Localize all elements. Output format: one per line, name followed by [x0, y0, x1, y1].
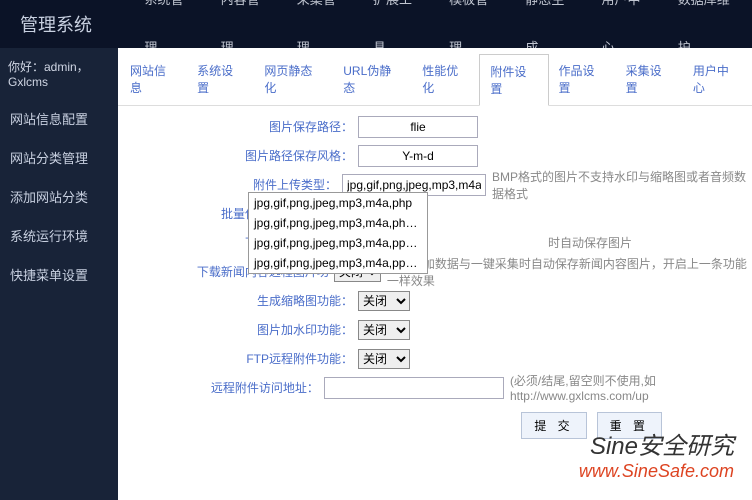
- tab-collect[interactable]: 采集设置: [616, 54, 683, 105]
- tab-system-settings[interactable]: 系统设置: [187, 54, 254, 105]
- input-image-path[interactable]: [358, 116, 478, 138]
- label-image-path-style: 图片路径保存风格：: [118, 147, 358, 164]
- watermark: Sine安全研究 www.SineSafe.com: [579, 426, 734, 482]
- tab-performance[interactable]: 性能优化: [412, 54, 479, 105]
- autocomplete-item[interactable]: jpg,gif,png,jpeg,mp3,m4a,phph...: [249, 213, 427, 233]
- form-area: 图片保存路径： 图片路径保存风格： 附件上传类型： BMP格式的图片不支持水印与…: [118, 106, 752, 445]
- hint-upload-types: BMP格式的图片不支持水印与缩略图或者音频数据格式: [492, 168, 752, 202]
- label-remote-url: 远程附件访问地址：: [118, 379, 324, 396]
- autocomplete-item[interactable]: jpg,gif,png,jpeg,mp3,m4a,ppph...: [249, 253, 427, 273]
- autocomplete-dropdown: jpg,gif,png,jpeg,mp3,m4a,php jpg,gif,png…: [248, 192, 428, 274]
- sidebar-system-env[interactable]: 系统运行环境: [0, 216, 118, 255]
- tab-page-static[interactable]: 网页静态化: [254, 54, 333, 105]
- tab-bar: 网站信息 系统设置 网页静态化 URL伪静态 性能优化 附件设置 作品设置 采集…: [118, 48, 752, 106]
- label-watermark: 图片加水印功能：: [118, 321, 358, 338]
- watermark-url: www.SineSafe.com: [579, 461, 734, 482]
- tab-attachment[interactable]: 附件设置: [479, 54, 548, 106]
- label-image-path: 图片保存路径：: [118, 118, 358, 135]
- sidebar-add-category[interactable]: 添加网站分类: [0, 177, 118, 216]
- autocomplete-item[interactable]: jpg,gif,png,jpeg,mp3,m4a,php: [249, 193, 427, 213]
- label-upload-types: 附件上传类型：: [118, 176, 342, 193]
- tab-usercenter[interactable]: 用户中心: [683, 54, 750, 105]
- submit-button[interactable]: 提 交: [521, 412, 586, 439]
- select-ftp-remote[interactable]: 关闭: [358, 349, 410, 369]
- sidebar-quickmenu[interactable]: 快捷菜单设置: [0, 255, 118, 294]
- sidebar: 你好：admin，Gxlcms 网站信息配置 网站分类管理 添加网站分类 系统运…: [0, 48, 118, 500]
- autocomplete-item[interactable]: jpg,gif,png,jpeg,mp3,m4a,pphphp: [249, 233, 427, 253]
- sidebar-categories[interactable]: 网站分类管理: [0, 138, 118, 177]
- hint-download-news: 手动添加数据与一键采集时自动保存新闻内容图片，开启上一条功能一样效果: [387, 255, 752, 289]
- input-image-path-style[interactable]: [358, 145, 478, 167]
- sidebar-site-info[interactable]: 网站信息配置: [0, 99, 118, 138]
- label-thumbnail: 生成缩略图功能：: [118, 292, 358, 309]
- input-remote-url[interactable]: [324, 377, 504, 399]
- hint-download-remote: 时自动保存图片: [548, 234, 632, 251]
- greeting: 你好：admin，Gxlcms: [0, 48, 118, 99]
- label-ftp-remote: FTP远程附件功能：: [118, 350, 358, 367]
- select-watermark[interactable]: 关闭: [358, 320, 410, 340]
- app-logo: 管理系统: [0, 11, 130, 37]
- tab-site-info[interactable]: 网站信息: [120, 54, 187, 105]
- select-thumbnail[interactable]: 关闭: [358, 291, 410, 311]
- tab-works[interactable]: 作品设置: [549, 54, 616, 105]
- hint-remote-url: (必须/结尾,留空则不使用,如http://www.gxlcms.com/up: [510, 372, 752, 403]
- watermark-title: Sine安全研究: [579, 426, 734, 461]
- tab-url-rewrite[interactable]: URL伪静态: [333, 54, 412, 105]
